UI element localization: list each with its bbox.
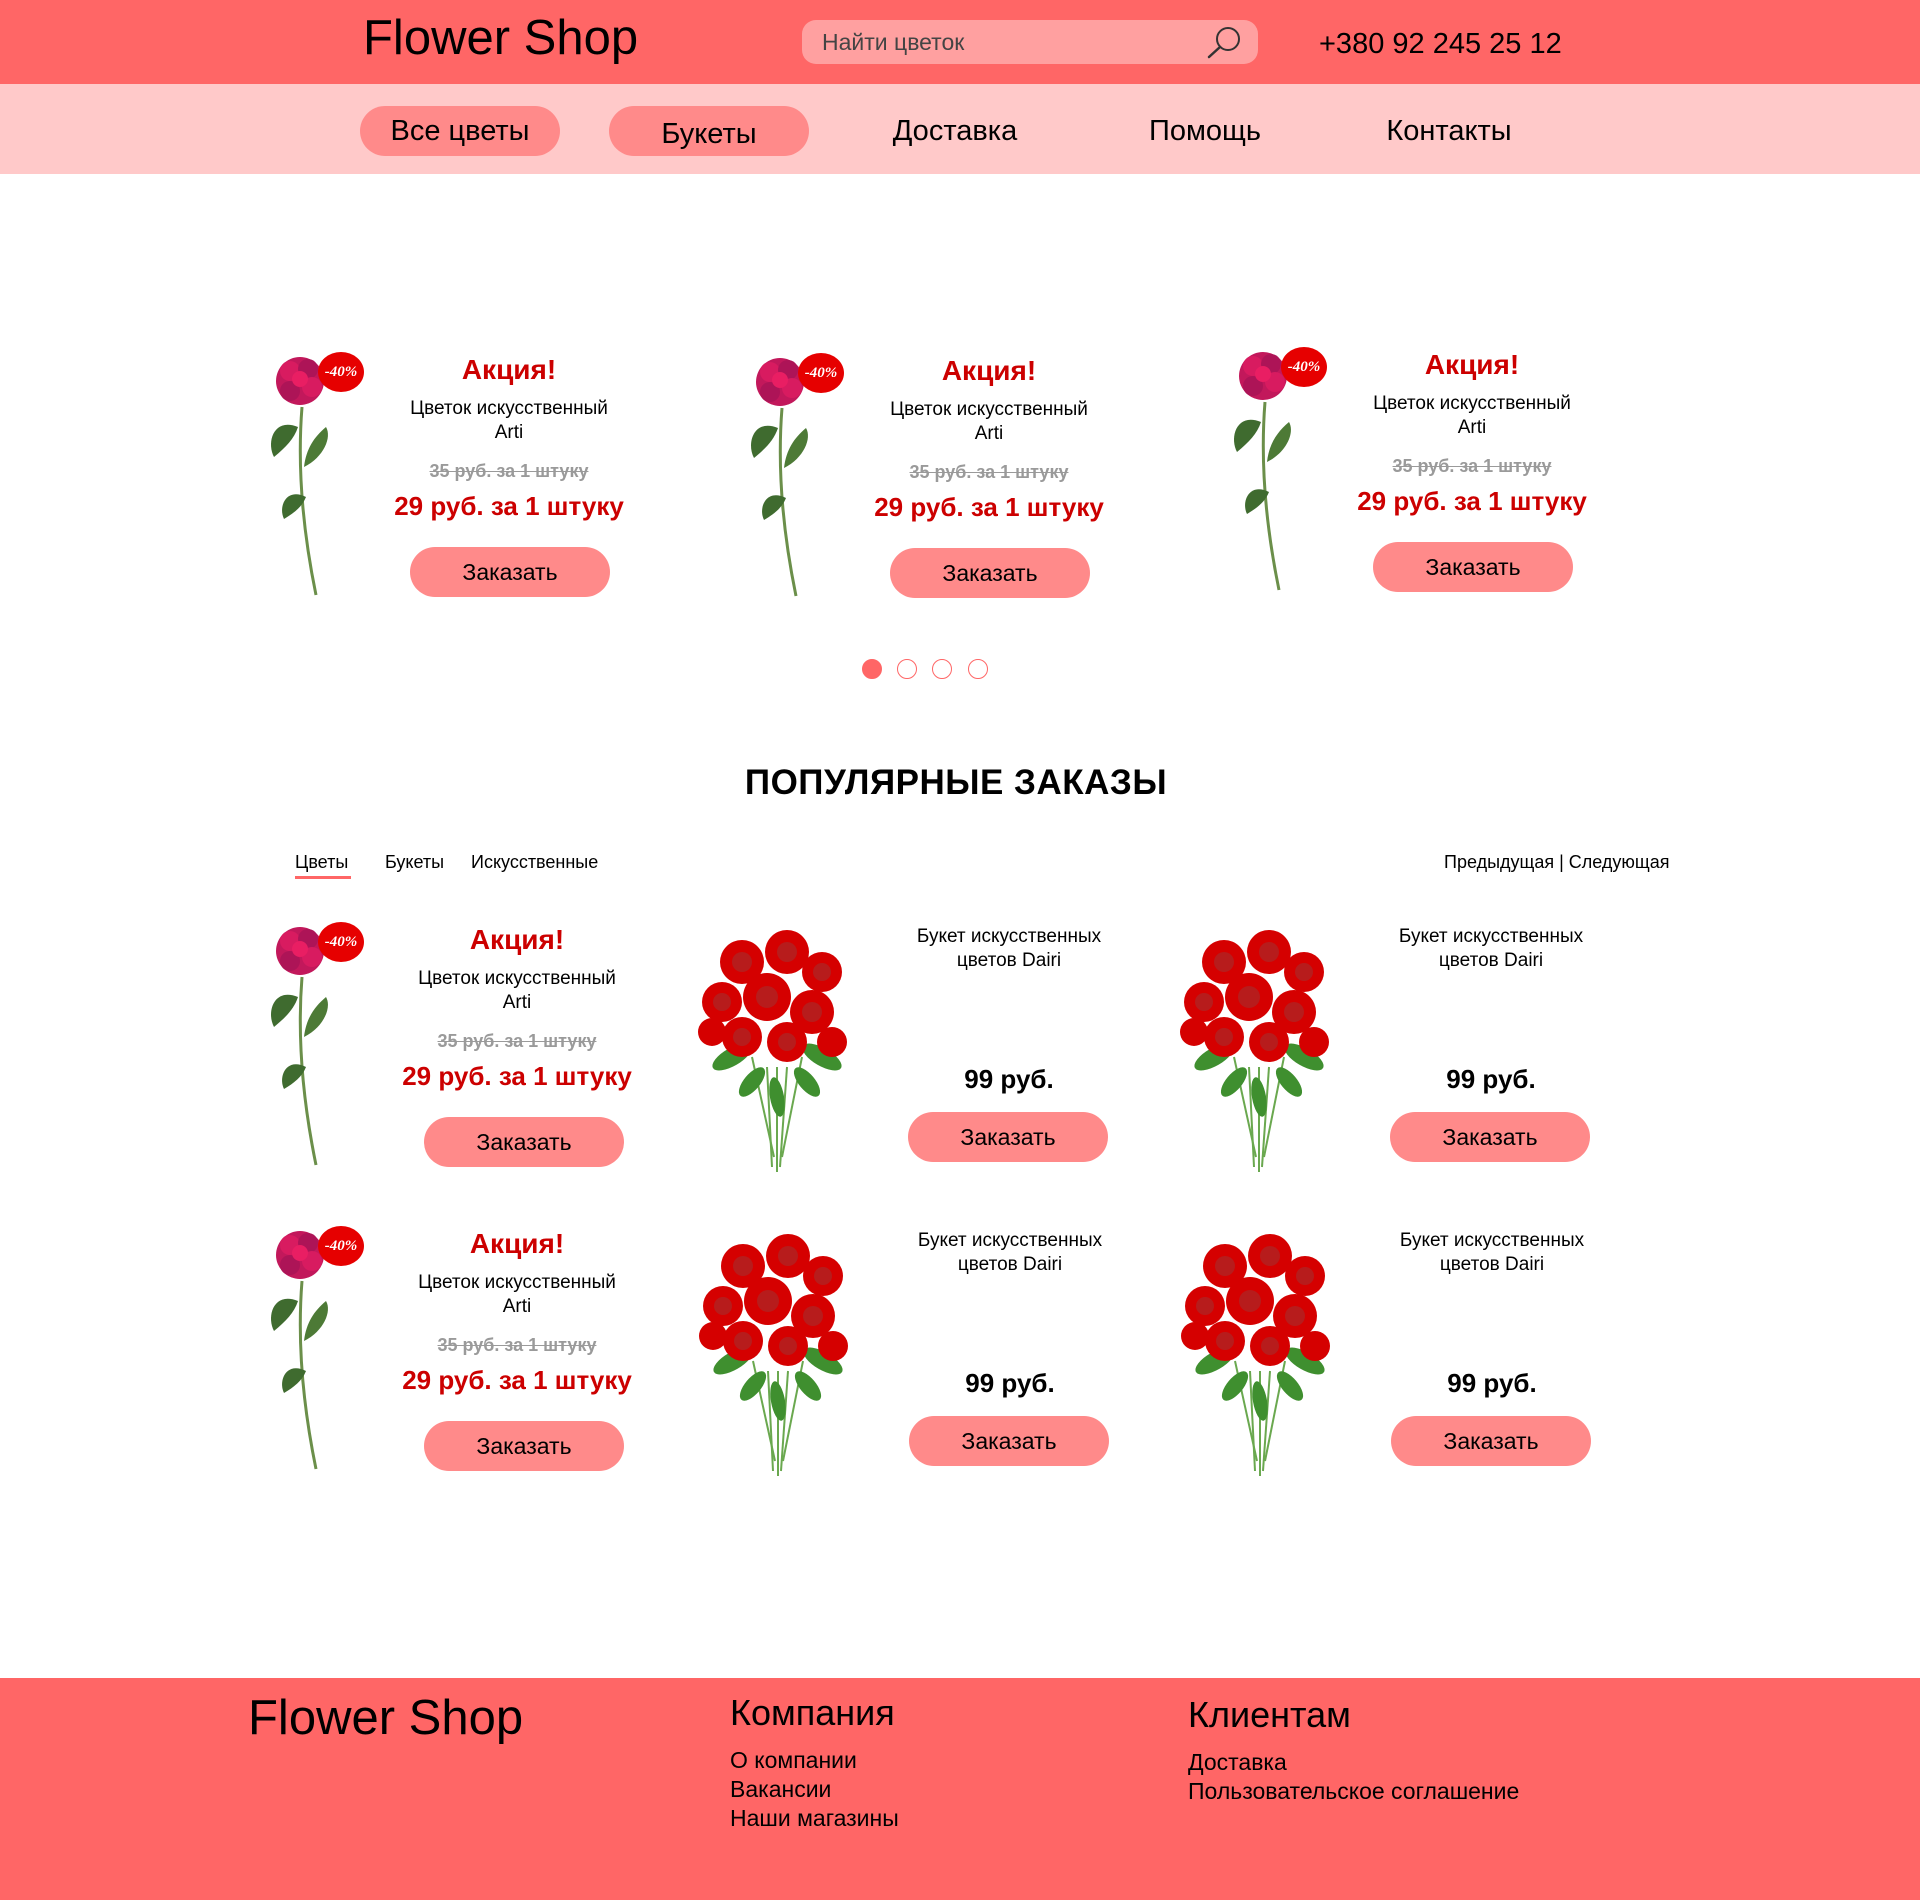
new-price: 29 руб. за 1 штуку bbox=[1357, 486, 1587, 516]
promo-card: -40% Акция! Цветок искусственный Arti 35… bbox=[1227, 342, 1657, 612]
old-price: 35 руб. за 1 штуку bbox=[437, 1031, 597, 1051]
footer-link-terms[interactable]: Пользовательское соглашение bbox=[1188, 1777, 1519, 1806]
product-name: Букет искусственных цветов Dairi bbox=[1398, 926, 1584, 971]
promo-title: Акция! bbox=[469, 1228, 565, 1259]
discount-badge: -40% bbox=[1281, 347, 1327, 387]
bouquet-image bbox=[1154, 917, 1364, 1177]
new-price: 29 руб. за 1 штуку bbox=[402, 1365, 632, 1395]
new-price: 29 руб. за 1 штуку bbox=[394, 491, 624, 521]
header: Flower Shop +380 92 245 25 12 bbox=[0, 0, 1920, 84]
footer-link-about[interactable]: О компании bbox=[730, 1746, 899, 1775]
nav-item-all-flowers[interactable]: Все цветы bbox=[360, 106, 560, 156]
search-icon bbox=[1207, 27, 1240, 59]
order-button[interactable]: Заказать bbox=[1391, 1416, 1591, 1466]
promo-card: -40% Акция! Цветок искусственный Arti 35… bbox=[264, 917, 694, 1187]
pager: Предыдущая | Следующая bbox=[1444, 852, 1669, 873]
prev-link[interactable]: Предыдущая bbox=[1444, 852, 1554, 872]
discount-badge: -40% bbox=[318, 1226, 364, 1266]
bouquet-image bbox=[672, 917, 882, 1177]
bouquet-image bbox=[1155, 1221, 1365, 1481]
discount-badge: -40% bbox=[318, 352, 364, 392]
old-price: 35 руб. за 1 штуку bbox=[429, 461, 589, 481]
product-name: Цветок искусственный Arti bbox=[410, 398, 608, 443]
footer-company-title: Компания bbox=[730, 1692, 895, 1733]
footer-link-delivery[interactable]: Доставка bbox=[1188, 1748, 1519, 1777]
footer-link-stores[interactable]: Наши магазины bbox=[730, 1804, 899, 1833]
active-tab-indicator bbox=[295, 876, 351, 879]
nav-item-contacts[interactable]: Контакты bbox=[1349, 106, 1549, 156]
nav-item-help[interactable]: Помощь bbox=[1105, 106, 1305, 156]
nav-item-bouquets[interactable]: Букеты bbox=[609, 106, 809, 156]
search-bar bbox=[802, 20, 1258, 64]
order-button[interactable]: Заказать bbox=[410, 547, 610, 597]
tab-flowers[interactable]: Цветы bbox=[295, 852, 348, 873]
order-button[interactable]: Заказать bbox=[1390, 1112, 1590, 1162]
price: 99 руб. bbox=[964, 1064, 1054, 1094]
old-price: 35 руб. за 1 штуку bbox=[437, 1335, 597, 1355]
discount-badge: -40% bbox=[318, 922, 364, 962]
promo-card: -40% Акция! Цветок искусственный Arti 35… bbox=[264, 1221, 694, 1491]
bouquet-card: Букет искусственных цветов Dairi 99 руб.… bbox=[1155, 1221, 1595, 1481]
bouquet-card: Букет искусственных цветов Dairi 99 руб.… bbox=[673, 1221, 1113, 1481]
bouquet-image bbox=[673, 1221, 883, 1481]
product-name: Букет искусственных цветов Dairi bbox=[917, 1230, 1103, 1275]
nav-item-delivery[interactable]: Доставка bbox=[855, 106, 1055, 156]
product-name: Букет искусственных цветов Dairi bbox=[1399, 1230, 1585, 1275]
price: 99 руб. bbox=[1446, 1064, 1536, 1094]
footer-clients: Клиентам Доставка Пользовательское согла… bbox=[1188, 1694, 1519, 1806]
phone-number[interactable]: +380 92 245 25 12 bbox=[1319, 27, 1562, 61]
tab-bouquets[interactable]: Букеты bbox=[385, 852, 444, 873]
order-button[interactable]: Заказать bbox=[908, 1112, 1108, 1162]
new-price: 29 руб. за 1 штуку bbox=[402, 1061, 632, 1091]
footer-logo[interactable]: Flower Shop bbox=[248, 1690, 523, 1746]
price: 99 руб. bbox=[965, 1368, 1055, 1398]
promo-card: -40% Акция! Цветок искусственный Arti 35… bbox=[744, 348, 1174, 618]
promo-title: Акция! bbox=[941, 355, 1037, 386]
next-link[interactable]: Следующая bbox=[1569, 852, 1670, 872]
order-button[interactable]: Заказать bbox=[1373, 542, 1573, 592]
product-name: Цветок искусственный Arti bbox=[418, 1272, 616, 1317]
order-button[interactable]: Заказать bbox=[424, 1421, 624, 1471]
promo-title: Акция! bbox=[461, 354, 557, 385]
pager-separator: | bbox=[1559, 852, 1564, 872]
order-button[interactable]: Заказать bbox=[909, 1416, 1109, 1466]
bouquet-card: Букет искусственных цветов Dairi 99 руб.… bbox=[1154, 917, 1594, 1177]
tab-artificial[interactable]: Искусственные bbox=[471, 852, 598, 873]
footer: Flower Shop Компания О компании Вакансии… bbox=[0, 1678, 1920, 1900]
order-button[interactable]: Заказать bbox=[890, 548, 1090, 598]
slider-dot-1[interactable] bbox=[862, 659, 882, 679]
new-price: 29 руб. за 1 штуку bbox=[874, 492, 1104, 522]
promo-title: Акция! bbox=[469, 924, 565, 955]
footer-link-vacancies[interactable]: Вакансии bbox=[730, 1775, 899, 1804]
product-name: Цветок искусственный Arti bbox=[418, 968, 616, 1013]
promo-card: -40% Акция! Цветок искусственный Arti 35… bbox=[264, 347, 694, 617]
product-name: Цветок искусственный Arti bbox=[1373, 393, 1571, 438]
order-button[interactable]: Заказать bbox=[424, 1117, 624, 1167]
search-input[interactable] bbox=[822, 20, 1182, 64]
slider-dot-4[interactable] bbox=[968, 659, 988, 679]
main-nav: Все цветы Букеты Доставка Помощь Контакт… bbox=[0, 84, 1920, 174]
old-price: 35 руб. за 1 штуку bbox=[909, 462, 1069, 482]
discount-badge: -40% bbox=[798, 353, 844, 393]
product-name: Цветок искусственный Arti bbox=[890, 399, 1088, 444]
logo[interactable]: Flower Shop bbox=[363, 10, 638, 66]
promo-title: Акция! bbox=[1424, 349, 1520, 380]
slider-dot-3[interactable] bbox=[932, 659, 952, 679]
search-button[interactable] bbox=[1204, 24, 1244, 60]
section-title: ПОПУЛЯРНЫЕ ЗАКАЗЫ bbox=[744, 763, 1168, 802]
price: 99 руб. bbox=[1447, 1368, 1537, 1398]
footer-company: Компания О компании Вакансии Наши магази… bbox=[730, 1692, 899, 1833]
old-price: 35 руб. за 1 штуку bbox=[1392, 456, 1552, 476]
bouquet-card: Букет искусственных цветов Dairi 99 руб.… bbox=[672, 917, 1112, 1177]
footer-clients-title: Клиентам bbox=[1188, 1694, 1351, 1735]
slider-dot-2[interactable] bbox=[897, 659, 917, 679]
product-name: Букет искусственных цветов Dairi bbox=[916, 926, 1102, 971]
